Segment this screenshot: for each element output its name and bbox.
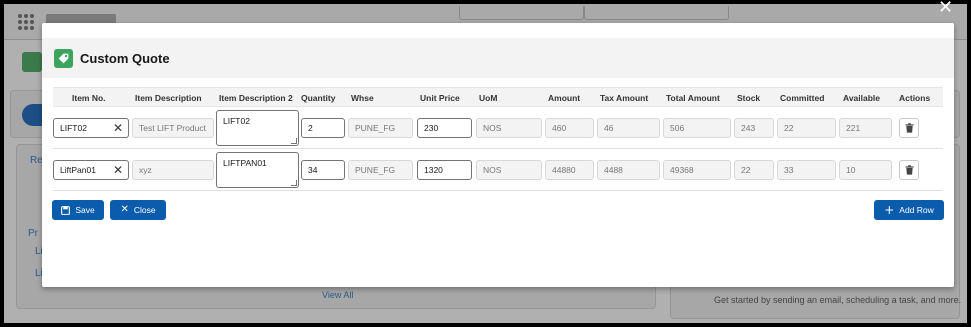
amount-field: 460 [545, 118, 594, 138]
close-icon: ✕ [120, 204, 129, 215]
item-no-lookup[interactable]: LIFT02 ✕ [53, 118, 129, 138]
header-amount: Amount [548, 93, 581, 103]
stock-field: 22 [734, 160, 774, 180]
tax-amount-field: 4488 [597, 160, 660, 180]
table-row: LiftPan01 ✕ xyz LIFTPAN01 34 PUNE_FG 132… [53, 149, 943, 191]
available-field: 221 [839, 118, 892, 138]
app-launcher-icon [18, 14, 34, 30]
save-button[interactable]: Save [52, 200, 104, 220]
background-activity-hint: Get started by sending an email, schedul… [714, 295, 962, 305]
header-committed: Committed [780, 93, 825, 103]
add-row-button[interactable]: + Add Row [874, 200, 944, 220]
modal-header: Custom Quote [42, 38, 954, 78]
quantity-input[interactable]: 34 [301, 160, 345, 180]
unit-price-input[interactable]: 230 [417, 118, 472, 138]
item-description-2-value: LIFT02 [223, 116, 250, 126]
header-item-no: Item No. [72, 93, 106, 103]
table-header: Item No. Item Description Item Descripti… [53, 87, 943, 107]
delete-row-button[interactable] [899, 118, 919, 138]
table-row: LIFT02 ✕ Test LIFT Product LIFT02 2 PUNE… [53, 107, 943, 149]
save-label: Save [75, 205, 95, 215]
item-description-field: xyz [132, 160, 214, 180]
header-uom: UoM [479, 93, 498, 103]
item-no-value: LiftPan01 [60, 165, 96, 175]
header-item-description: Item Description [135, 93, 202, 103]
quote-lines-table: Item No. Item Description Item Descripti… [53, 87, 943, 191]
plus-icon: + [884, 203, 895, 217]
background-label: Re [30, 155, 43, 166]
close-icon[interactable]: ✕ [938, 0, 953, 18]
tag-icon [54, 48, 73, 68]
trash-icon [904, 123, 914, 133]
item-description-field: Test LIFT Product [132, 118, 214, 138]
total-amount-field: 506 [663, 118, 731, 138]
tax-amount-field: 46 [597, 118, 660, 138]
stock-field: 243 [734, 118, 774, 138]
available-field: 10 [839, 160, 892, 180]
save-icon [61, 205, 71, 215]
whse-field: PUNE_FG [348, 118, 413, 138]
committed-field: 33 [777, 160, 836, 180]
item-no-lookup[interactable]: LiftPan01 ✕ [53, 160, 129, 180]
background-tab [584, 6, 729, 20]
item-no-value: LIFT02 [60, 123, 87, 133]
clear-icon[interactable]: ✕ [113, 163, 123, 177]
clear-icon[interactable]: ✕ [113, 121, 123, 135]
header-available: Available [843, 93, 881, 103]
resize-handle-icon[interactable] [291, 180, 297, 186]
item-description-2-textarea[interactable]: LIFT02 [216, 110, 299, 146]
uom-field: NOS [476, 160, 542, 180]
header-unit-price: Unit Price [420, 93, 460, 103]
unit-price-input[interactable]: 1320 [417, 160, 472, 180]
uom-field: NOS [476, 118, 542, 138]
whse-field: PUNE_FG [348, 160, 413, 180]
header-whse: Whse [351, 93, 374, 103]
close-label: Close [133, 205, 156, 215]
close-button[interactable]: ✕ Close [110, 200, 166, 220]
trash-icon [904, 165, 914, 175]
total-amount-field: 49368 [663, 160, 731, 180]
background-view-all-link: View All [322, 290, 354, 300]
amount-field: 44880 [545, 160, 594, 180]
header-tax-amount: Tax Amount [600, 93, 649, 103]
background-label: Pr [28, 228, 38, 239]
item-description-2-textarea[interactable]: LIFTPAN01 [216, 152, 299, 188]
custom-quote-modal: Custom Quote Item No. Item Description I… [42, 23, 954, 287]
header-item-description-2: Item Description 2 [219, 93, 293, 103]
background-record-icon [22, 52, 42, 72]
background-tab [459, 6, 584, 20]
header-quantity: Quantity [301, 93, 336, 103]
quantity-input[interactable]: 2 [301, 118, 345, 138]
header-actions: Actions [899, 93, 931, 103]
committed-field: 22 [777, 118, 836, 138]
delete-row-button[interactable] [899, 160, 919, 180]
resize-handle-icon[interactable] [291, 138, 297, 144]
add-row-label: Add Row [899, 205, 934, 215]
header-stock: Stock [737, 93, 761, 103]
modal-title: Custom Quote [80, 50, 170, 66]
item-description-2-value: LIFTPAN01 [223, 158, 267, 168]
header-total-amount: Total Amount [666, 93, 720, 103]
